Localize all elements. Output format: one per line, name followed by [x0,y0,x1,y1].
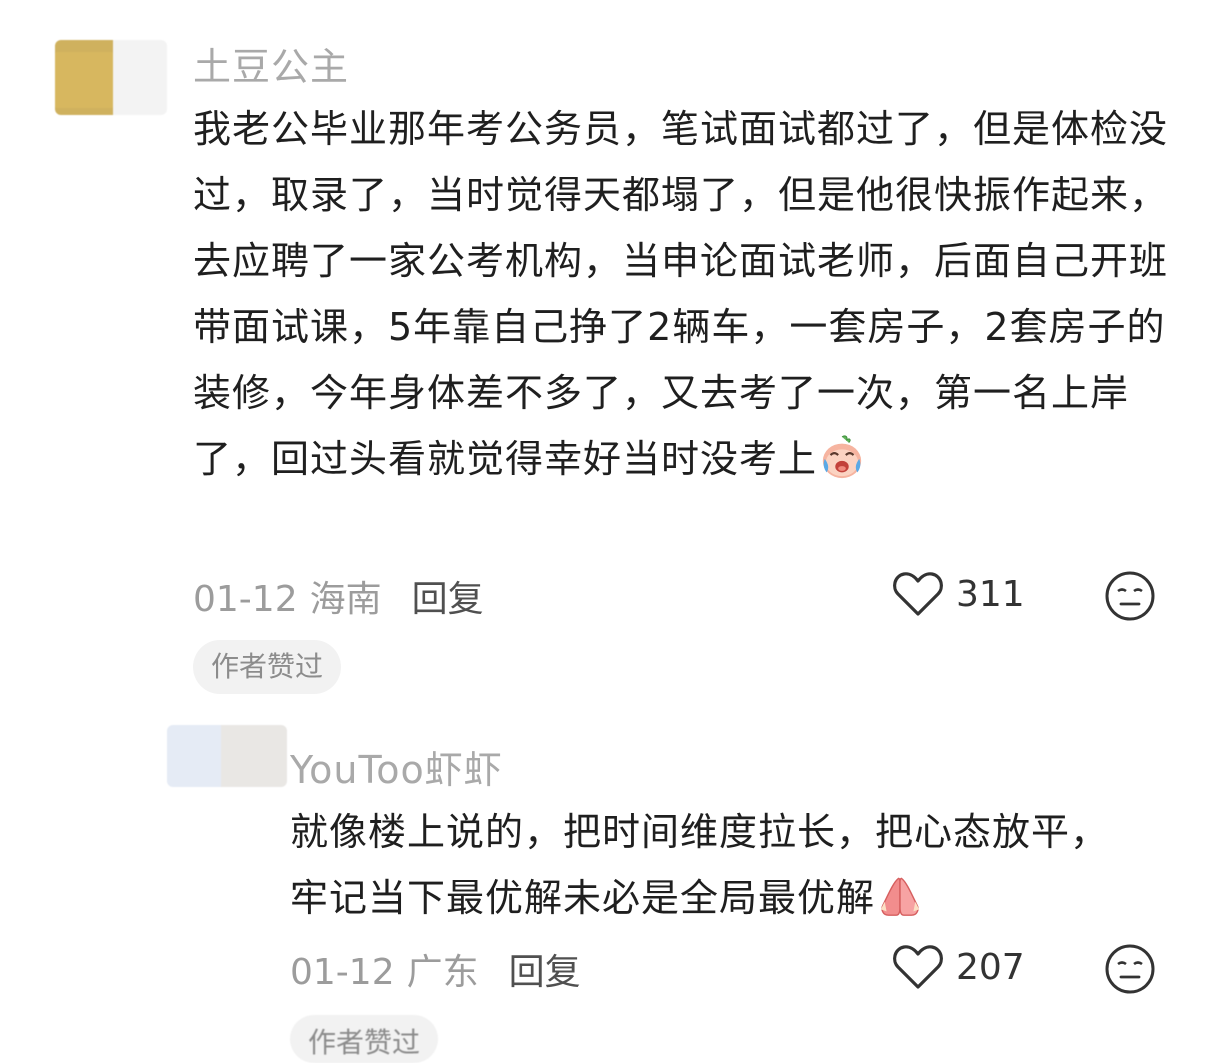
heart-outline-icon [893,945,943,989]
praying-hands-emoji-icon [880,877,920,916]
comment-item: YouToo虾虾 就像楼上说的，把时间维度拉长，把心态放平，牢记当下最优解未必是… [0,715,1206,1063]
comment-date: 01-12 [193,579,298,620]
comment-date: 01-12 [290,952,395,993]
like-button[interactable]: 207 [892,943,1025,991]
comment-username[interactable]: 土豆公主 [193,36,349,91]
comment-meta: 01-12 海南 回复 [193,570,484,622]
like-count: 311 [956,573,1025,615]
avatar[interactable] [55,40,167,115]
comment-location: 广东 [406,952,479,993]
crying-laughing-emoji-icon [822,435,862,479]
comment-meta: 01-12 广东 回复 [290,943,581,995]
comment-text: 我老公毕业那年考公务员，笔试面试都过了，但是体检没过，取录了，当时觉得天都塌了，… [193,96,1168,492]
comment-text-body: 我老公毕业那年考公务员，笔试面试都过了，但是体检没过，取录了，当时觉得天都塌了，… [193,107,1169,481]
meh-face-icon[interactable] [1104,943,1156,995]
comment-username[interactable]: YouToo虾虾 [290,739,503,794]
like-button[interactable]: 311 [892,570,1025,618]
heart-outline-icon [893,572,943,616]
comment-item: 土豆公主 我老公毕业那年考公务员，笔试面试都过了，但是体检没过，取录了，当时觉得… [0,0,1206,700]
reply-button[interactable]: 回复 [412,579,484,620]
meh-face-icon[interactable] [1104,570,1156,622]
like-count: 207 [956,946,1025,988]
avatar[interactable] [167,725,287,787]
author-liked-badge: 作者赞过 [193,640,342,694]
comment-text-body: 就像楼上说的，把时间维度拉长，把心态放平，牢记当下最优解未必是全局最优解 [290,810,1110,920]
author-liked-badge: 作者赞过 [290,1015,439,1063]
reply-button[interactable]: 回复 [509,952,581,993]
comment-text: 就像楼上说的，把时间维度拉长，把心态放平，牢记当下最优解未必是全局最优解 [290,799,1120,931]
comment-location: 海南 [309,579,382,620]
